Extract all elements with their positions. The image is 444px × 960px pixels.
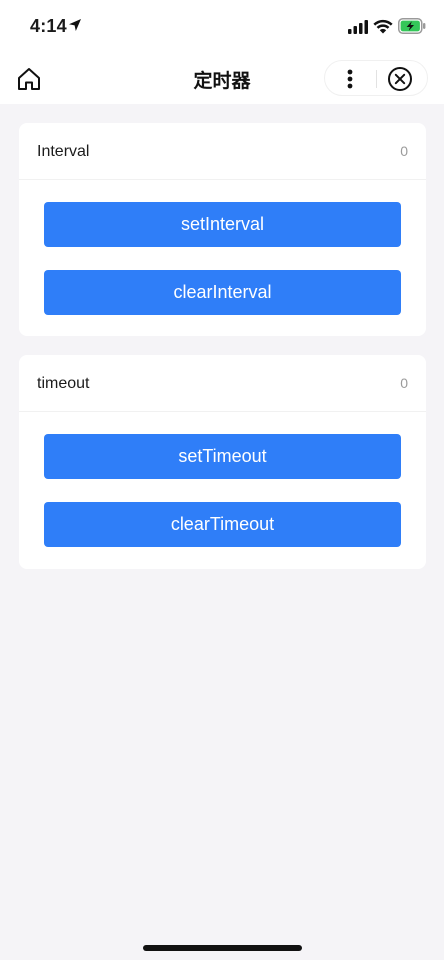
set-interval-button[interactable]: setInterval (44, 202, 401, 247)
navigation-bar: 定时器 (0, 54, 444, 104)
interval-card: Interval 0 setInterval clearInterval (19, 123, 426, 336)
wifi-icon (373, 19, 393, 34)
cellular-signal-icon (348, 20, 368, 34)
status-bar: 4:14 (0, 0, 444, 54)
more-button[interactable] (335, 64, 365, 94)
timeout-count: 0 (400, 375, 408, 391)
timeout-card-header: timeout 0 (19, 355, 426, 412)
set-timeout-button[interactable]: setTimeout (44, 434, 401, 479)
clear-interval-button[interactable]: clearInterval (44, 270, 401, 315)
battery-charging-icon (398, 18, 426, 34)
interval-title: Interval (37, 143, 90, 160)
status-time: 4:14 (30, 16, 67, 36)
close-button[interactable] (385, 64, 415, 94)
interval-count: 0 (400, 143, 408, 159)
close-circle-icon (388, 67, 412, 91)
interval-card-header: Interval 0 (19, 123, 426, 180)
timeout-card: timeout 0 setTimeout clearTimeout (19, 355, 426, 569)
mini-program-capsule (324, 60, 428, 96)
timeout-title: timeout (37, 375, 90, 392)
location-arrow-icon (69, 19, 81, 31)
more-vertical-icon (347, 69, 353, 89)
clear-timeout-button[interactable]: clearTimeout (44, 502, 401, 547)
capsule-divider (376, 70, 377, 88)
home-indicator (143, 945, 302, 951)
